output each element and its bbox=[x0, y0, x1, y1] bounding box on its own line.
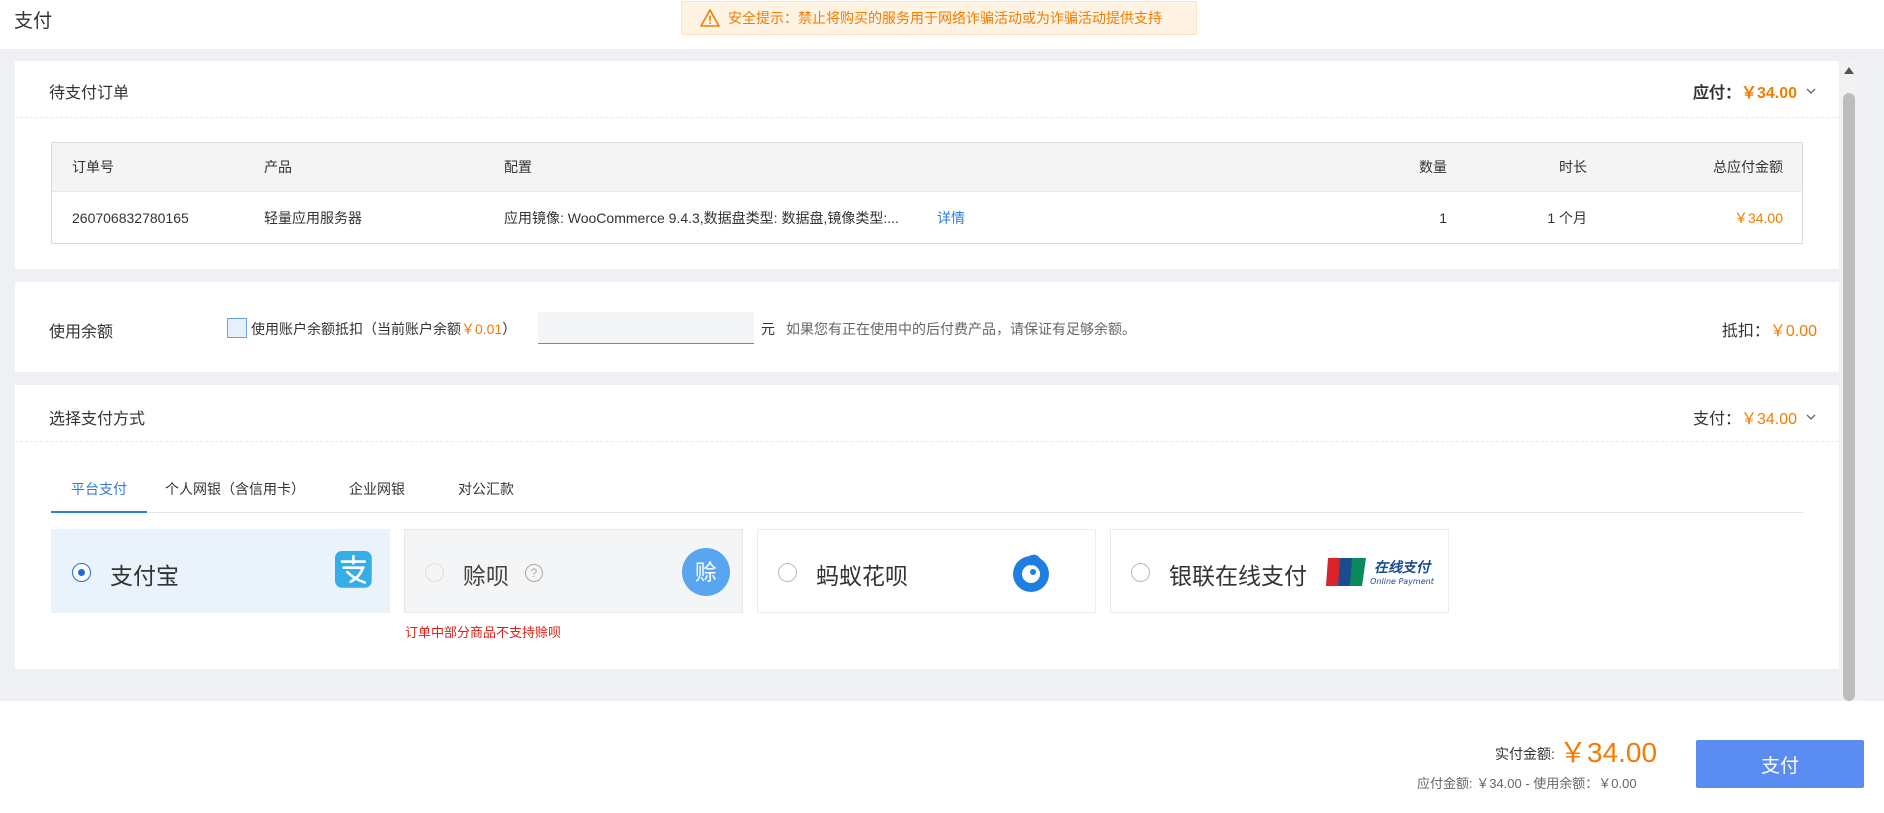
warning-text: 安全提示：禁止将购买的服务用于网络诈骗活动或为诈骗活动提供支持 bbox=[728, 10, 1162, 26]
balance-card: 使用余额 使用账户余额抵扣（当前账户余额￥0.01） 元 如果您有正在使用中的后… bbox=[15, 282, 1839, 372]
pay-summary[interactable]: 支付： ￥34.00 bbox=[1693, 405, 1817, 429]
product-name: 轻量应用服务器 bbox=[264, 209, 362, 226]
due-label: 应付： bbox=[1692, 85, 1741, 102]
tab-personal-bank[interactable]: 个人网银（含信用卡） bbox=[165, 465, 305, 513]
page-title: 支付 bbox=[14, 11, 53, 32]
use-balance-label[interactable]: 使用账户余额抵扣（当前账户余额￥0.01） bbox=[251, 319, 516, 339]
pay-breakdown: 应付金额: ￥34.00 - 使用余额：￥0.00 bbox=[1417, 776, 1637, 791]
row-total: ￥34.00 bbox=[1733, 209, 1783, 226]
order-table-header: 订单号 产品 配置 数量 时长 总应付金额 bbox=[52, 143, 1802, 192]
config-text: 应用镜像: WooCommerce 9.4.3,数据盘类型: 数据盘,镜像类型:… bbox=[504, 209, 899, 226]
deduct-label: 抵扣： bbox=[1721, 323, 1770, 340]
unionpay-icon: 在线支付 Online Payment bbox=[1326, 558, 1435, 586]
order-table: 订单号 产品 配置 数量 时长 总应付金额 260706832780165 轻量… bbox=[51, 142, 1803, 244]
alipay-label: 支付宝 bbox=[110, 563, 179, 589]
deduct-amount: ￥0.00 bbox=[1769, 323, 1817, 340]
top-bar: 支付 安全提示：禁止将购买的服务用于网络诈骗活动或为诈骗活动提供支持 bbox=[0, 0, 1884, 49]
col-duration: 时长 bbox=[1559, 159, 1587, 175]
order-card-title: 待支付订单 bbox=[49, 85, 130, 102]
warning-icon bbox=[700, 9, 720, 27]
security-warning: 安全提示：禁止将购买的服务用于网络诈骗活动或为诈骗活动提供支持 bbox=[681, 1, 1197, 35]
pay-label: 支付： bbox=[1692, 411, 1741, 428]
col-config: 配置 bbox=[504, 159, 532, 175]
alipay-radio[interactable] bbox=[72, 563, 91, 582]
balance-title: 使用余额 bbox=[49, 324, 114, 341]
col-qty: 数量 bbox=[1419, 159, 1447, 175]
order-due-summary[interactable]: 应付： ￥34.00 bbox=[1693, 79, 1817, 103]
huabei-label: 蚂蚁花呗 bbox=[816, 563, 908, 589]
tab-platform-pay[interactable]: 平台支付 bbox=[51, 465, 147, 513]
scrollbar[interactable] bbox=[1841, 61, 1857, 701]
scroll-up-arrow-icon[interactable] bbox=[1844, 67, 1854, 74]
actual-pay-amount: ￥34.00 bbox=[1559, 737, 1658, 768]
svg-text:在线支付: 在线支付 bbox=[1374, 559, 1432, 576]
col-total: 总应付金额 bbox=[1713, 159, 1783, 175]
due-amount: ￥34.00 bbox=[1740, 85, 1797, 102]
balance-unit: 元 bbox=[761, 321, 775, 337]
actual-pay-label: 实付金额: bbox=[1495, 746, 1555, 762]
payment-card-header[interactable]: 选择支付方式 支付： ￥34.00 bbox=[15, 385, 1839, 442]
chevron-down-icon[interactable] bbox=[1805, 411, 1817, 423]
method-unionpay[interactable]: 银联在线支付 在线支付 Online Payment bbox=[1110, 529, 1449, 613]
balance-hint: 如果您有正在使用中的后付费产品，请保证有足够余额。 bbox=[786, 321, 1136, 337]
svg-text:赊: 赊 bbox=[695, 561, 717, 586]
col-product: 产品 bbox=[264, 159, 292, 175]
payment-method-card: 选择支付方式 支付： ￥34.00 平台支付 个人网银（含信用卡） 企业网银 对… bbox=[15, 385, 1839, 669]
shebei-icon: 赊 bbox=[682, 548, 730, 596]
deduct-summary: 抵扣：￥0.00 bbox=[1722, 317, 1817, 341]
pay-button[interactable]: 支付 bbox=[1696, 740, 1864, 788]
chevron-down-icon[interactable] bbox=[1805, 85, 1817, 97]
quantity: 1 bbox=[1439, 209, 1447, 226]
current-balance: ￥0.01 bbox=[461, 321, 503, 337]
question-icon[interactable]: ? bbox=[525, 564, 543, 582]
payment-tabs: 平台支付 个人网银（含信用卡） 企业网银 对公汇款 bbox=[51, 465, 1803, 513]
shebei-label: 赊呗 bbox=[463, 563, 509, 589]
alipay-icon bbox=[335, 551, 372, 588]
svg-text:Online Payment: Online Payment bbox=[1370, 577, 1435, 586]
table-row: 260706832780165 轻量应用服务器 应用镜像: WooCommerc… bbox=[52, 192, 1802, 243]
duration: 1 个月 bbox=[1547, 209, 1587, 226]
method-alipay[interactable]: 支付宝 bbox=[51, 529, 390, 613]
unionpay-label: 银联在线支付 bbox=[1169, 563, 1307, 589]
balance-label-text: 使用账户余额抵扣（当前账户余额 bbox=[251, 321, 461, 337]
payment-card-title: 选择支付方式 bbox=[49, 411, 146, 428]
col-order-no: 订单号 bbox=[72, 159, 114, 175]
balance-amount-input[interactable] bbox=[538, 312, 754, 344]
method-shebei: 赊呗 ? 赊 bbox=[404, 529, 743, 613]
pay-amount: ￥34.00 bbox=[1740, 411, 1797, 428]
use-balance-checkbox[interactable] bbox=[227, 318, 247, 338]
order-card-header[interactable]: 待支付订单 应付： ￥34.00 bbox=[15, 61, 1839, 118]
pending-order-card: 待支付订单 应付： ￥34.00 订单号 产品 配置 数量 时长 总应付金额 2… bbox=[15, 61, 1839, 269]
order-no: 260706832780165 bbox=[72, 209, 189, 226]
huabei-radio[interactable] bbox=[778, 563, 797, 582]
huabei-icon bbox=[1013, 554, 1049, 592]
balance-label-close: ） bbox=[502, 321, 517, 337]
shebei-radio bbox=[425, 563, 444, 582]
scroll-thumb[interactable] bbox=[1843, 93, 1855, 701]
footer-bar: 实付金额: ￥34.00 应付金额: ￥34.00 - 使用余额：￥0.00 支… bbox=[0, 701, 1884, 813]
details-link[interactable]: 详情 bbox=[937, 208, 965, 228]
tab-corporate-bank[interactable]: 企业网银 bbox=[349, 465, 405, 513]
method-huabei[interactable]: 蚂蚁花呗 bbox=[757, 529, 1096, 613]
unionpay-radio[interactable] bbox=[1131, 563, 1150, 582]
tab-bank-transfer[interactable]: 对公汇款 bbox=[458, 465, 514, 513]
shebei-unsupported-note: 订单中部分商品不支持赊呗 bbox=[405, 625, 562, 640]
